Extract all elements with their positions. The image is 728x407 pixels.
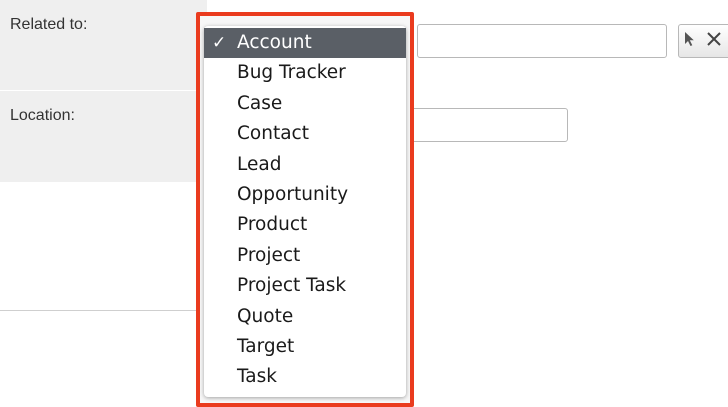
select-record-button[interactable] [678, 24, 700, 58]
option-label: Opportunity [237, 183, 349, 205]
option-project-task[interactable]: Project Task [204, 271, 406, 301]
related-record-input[interactable] [417, 24, 667, 58]
option-case[interactable]: Case [204, 89, 406, 119]
option-quote[interactable]: Quote [204, 302, 406, 332]
option-contact[interactable]: Contact [204, 119, 406, 149]
option-label: Lead [237, 153, 282, 175]
option-label: Bug Tracker [237, 62, 346, 84]
option-label: Task [237, 366, 277, 388]
cursor-arrow-icon [683, 31, 695, 51]
edit-form: Related to: Location: ✓ Account Bug Trac… [0, 0, 728, 407]
option-label: Project Task [237, 275, 347, 297]
option-label: Project [237, 244, 301, 266]
checkmark-icon: ✓ [212, 33, 227, 53]
option-label: Quote [237, 305, 294, 327]
clear-record-button[interactable] [699, 24, 728, 58]
option-bug-tracker[interactable]: Bug Tracker [204, 58, 406, 88]
location-label: Location: [0, 90, 207, 182]
dropdown-options-list: ✓ Account Bug Tracker Case Contact Lead … [204, 26, 406, 397]
option-label: Target [237, 335, 295, 357]
option-project[interactable]: Project [204, 241, 406, 271]
option-opportunity[interactable]: Opportunity [204, 180, 406, 210]
option-target[interactable]: Target [204, 332, 406, 362]
option-product[interactable]: Product [204, 210, 406, 240]
section-divider [0, 310, 200, 311]
option-lead[interactable]: Lead [204, 150, 406, 180]
option-label: Contact [237, 123, 309, 145]
related-to-label: Related to: [0, 0, 207, 90]
related-to-dropdown-menu: ✓ Account Bug Tracker Case Contact Lead … [196, 12, 414, 407]
option-label: Case [237, 92, 283, 114]
option-label: Account [237, 32, 312, 53]
option-label: Product [237, 214, 308, 236]
option-account[interactable]: ✓ Account [204, 28, 406, 59]
close-x-icon [706, 31, 722, 51]
option-task[interactable]: Task [204, 362, 406, 392]
